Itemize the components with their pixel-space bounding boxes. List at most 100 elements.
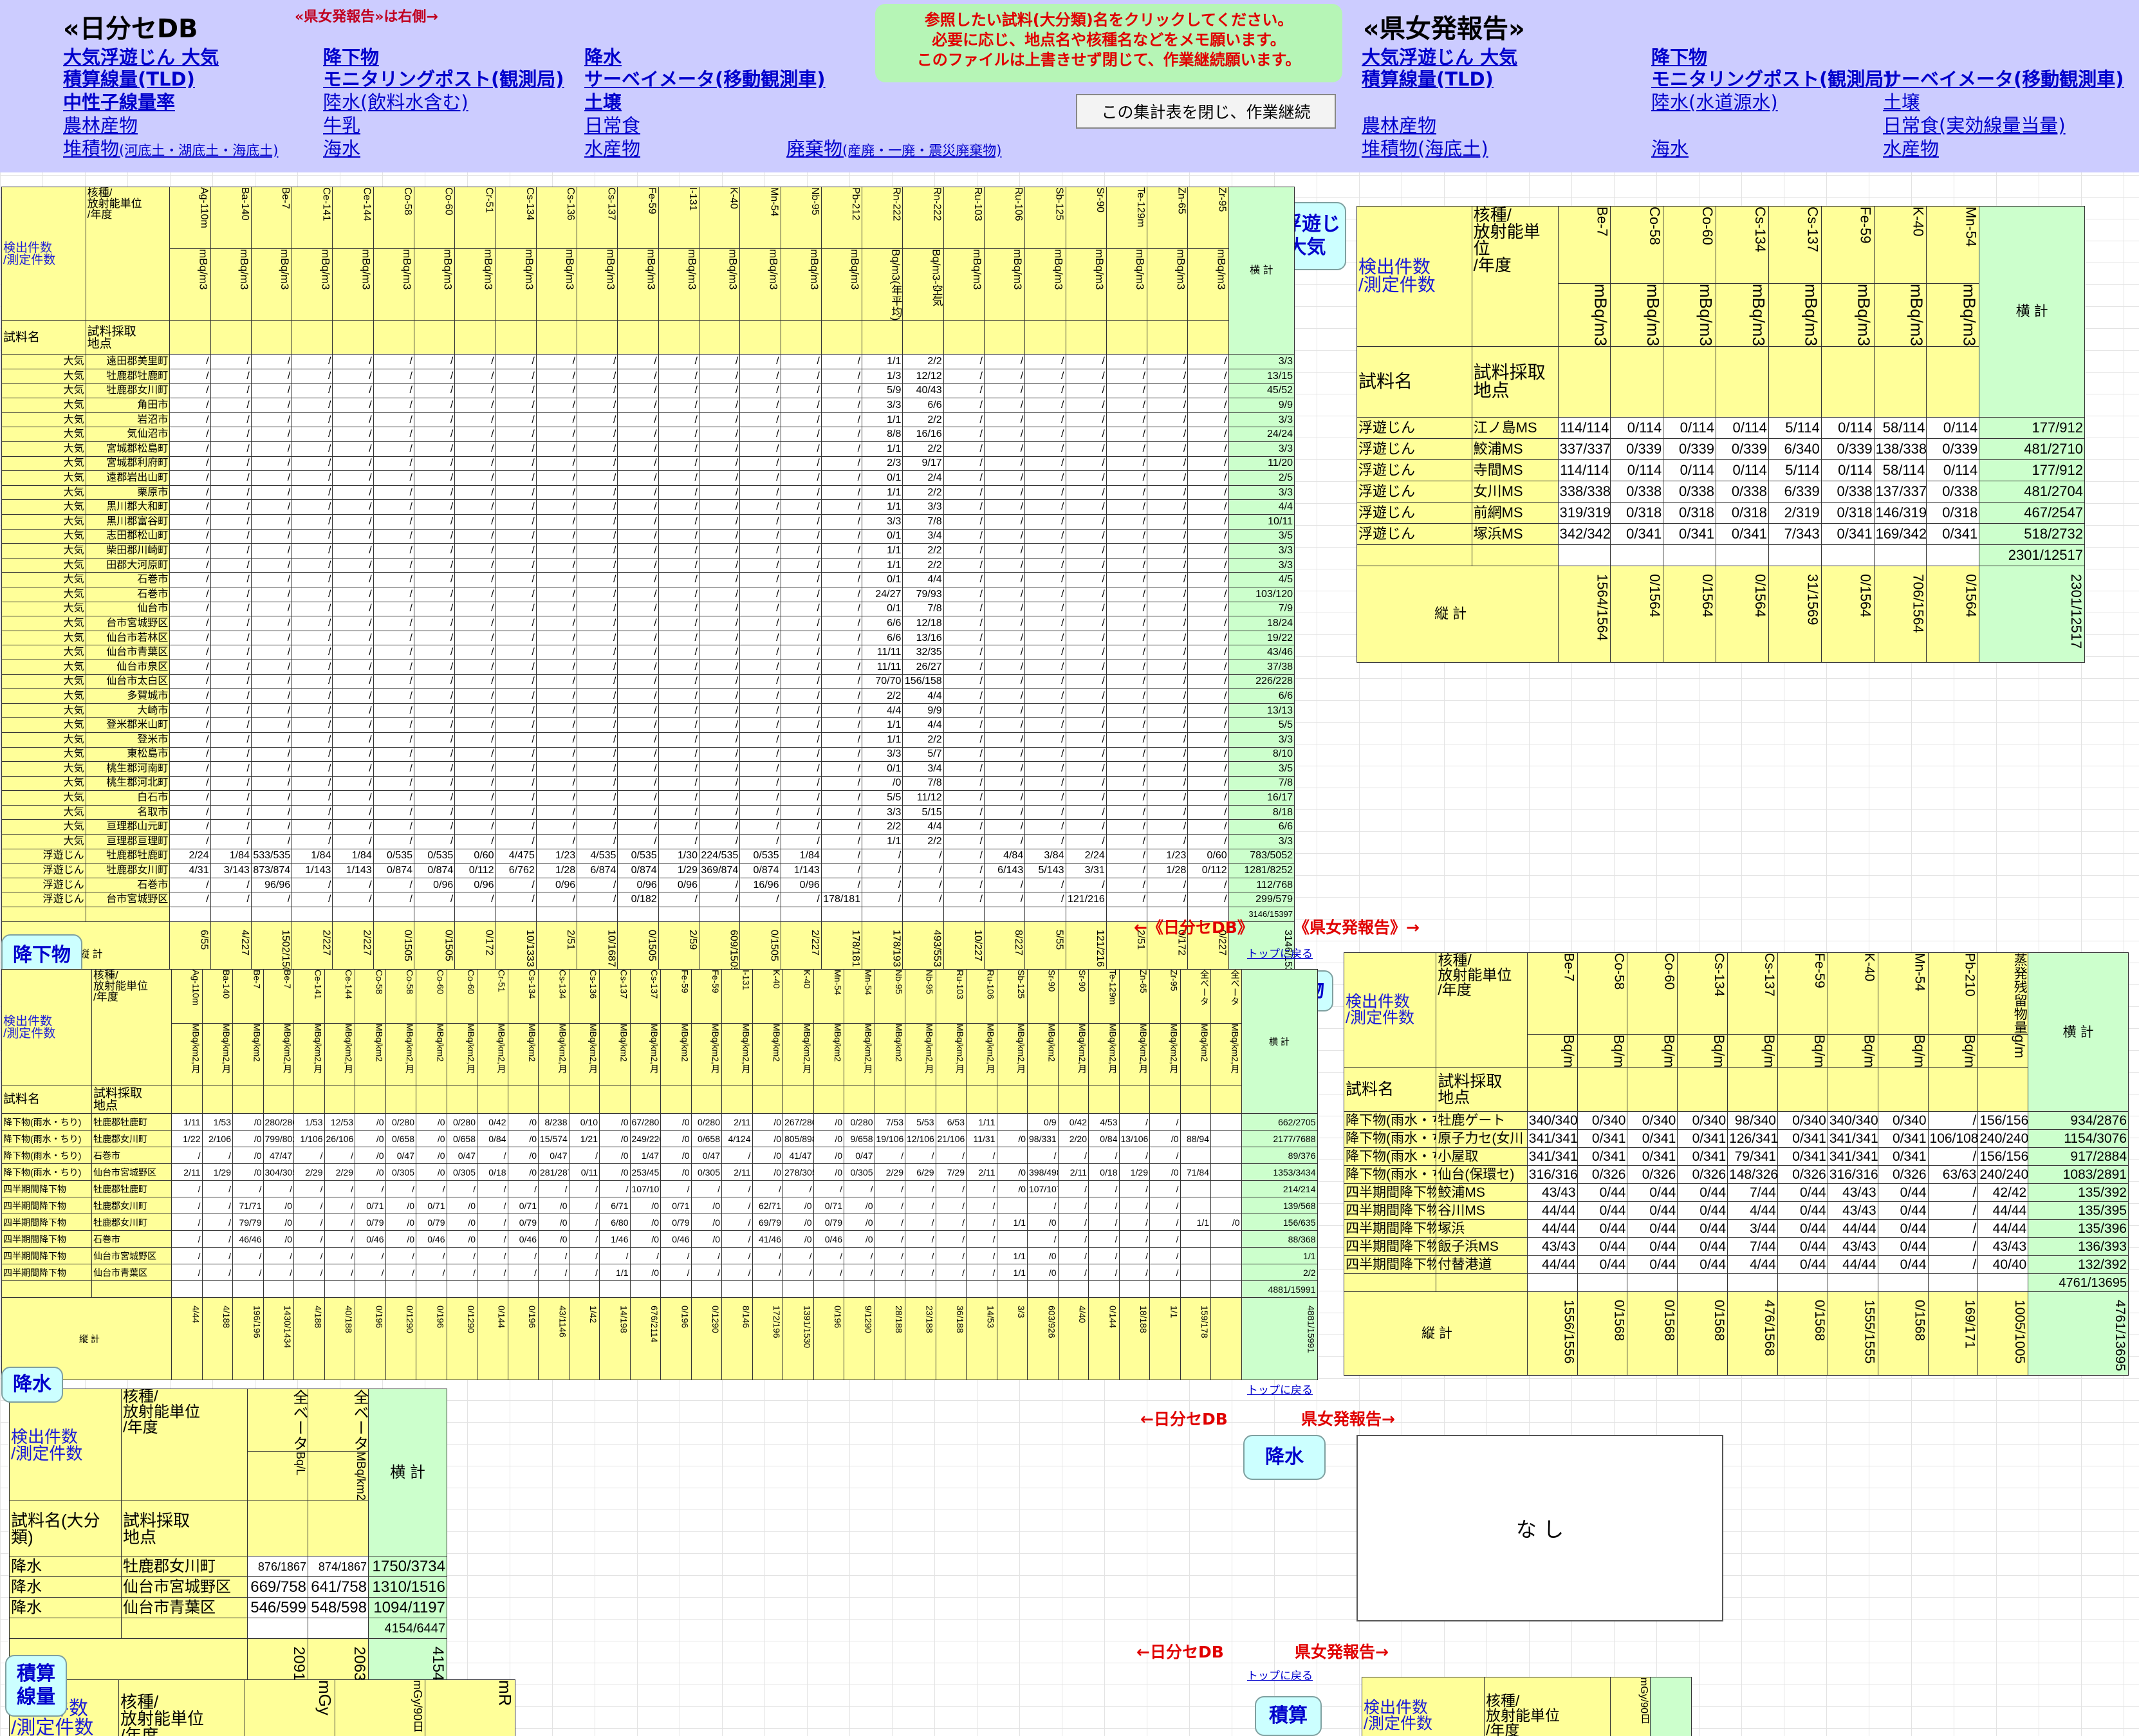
count-cell [996, 1113, 1028, 1131]
count-cell: / [983, 616, 1026, 631]
count-cell: / [1106, 892, 1148, 908]
count-cell: / [495, 674, 537, 690]
close-summary-button[interactable]: この集計表を閉じ、作業継続 [1076, 94, 1336, 129]
blank-header [752, 1085, 783, 1114]
section-label-rain[interactable]: 降水 [1, 1367, 63, 1403]
count-cell: / [250, 790, 293, 806]
count-cell: / [292, 674, 333, 690]
count-cell: / [780, 659, 822, 675]
count-cell [1180, 1230, 1211, 1248]
back-to-top-link[interactable]: トップに戻る [1247, 945, 1313, 961]
count-cell: / [413, 892, 456, 908]
count-cell: / [1088, 1147, 1120, 1164]
count-cell: / [1106, 557, 1148, 573]
count-cell: / [577, 834, 618, 849]
data-row: 浮遊じん 寺間MS 114/114 0/114 0/114 0/114 5/114 0/114… [1357, 459, 2085, 481]
data-row: 大気 牡鹿郡牡鹿町 / / / / / / / / / / / / / / / //1/3 12/12// / / / / /… [1, 369, 1295, 384]
count-cell: /0 [782, 1214, 814, 1231]
row-total-cell: 226/228 [1228, 674, 1295, 690]
count-cell: / [413, 557, 456, 573]
count-cell: / [698, 369, 741, 384]
count-cell: / [210, 688, 252, 704]
sample-site: 東松島市 [85, 746, 171, 762]
blank-header [1065, 320, 1107, 355]
count-cell: / [332, 674, 374, 690]
count-cell: / [373, 586, 415, 602]
count-cell: / [332, 427, 374, 443]
count-cell: / [862, 848, 903, 864]
count-cell: / [292, 441, 333, 457]
count-cell: / [332, 819, 374, 835]
count-cell: / [373, 441, 415, 457]
report-link[interactable]: 積算線量(TLD) [1362, 64, 1494, 91]
back-to-top-link[interactable]: トップに戻る [1247, 1667, 1313, 1683]
count-cell: / [210, 543, 252, 559]
sample-name: 大気 [1, 645, 86, 660]
blank-header [690, 1085, 722, 1114]
row-total-header: 横 計 [2028, 952, 2129, 1113]
count-cell: / [966, 1230, 997, 1248]
instruction-note: 参照したい試料(大分類)名をクリックしてください。 必要に応じ、地点名や核種名な… [875, 4, 1342, 82]
count-cell: / [1024, 688, 1066, 704]
blank-header [1147, 320, 1189, 355]
section-label-tld[interactable]: 積算 線量 [5, 1655, 67, 1717]
count-cell: / [599, 1247, 631, 1264]
blank [1357, 544, 1472, 566]
db-link[interactable]: 廃棄物(産廃・一廃・震災廃棄物) [786, 134, 1001, 161]
row-total-cell: 3/3 [1228, 834, 1295, 849]
count-cell: / [171, 1180, 203, 1197]
count-cell: 0/338 [1610, 480, 1664, 503]
db-link[interactable]: 堆積物(河底土・湖底土・海底土) [63, 134, 278, 161]
count-cell: / [1065, 412, 1107, 428]
back-to-top-link[interactable]: トップに戻る [1247, 1381, 1313, 1397]
count-cell: / [495, 470, 537, 486]
count-cell: / [1149, 1230, 1181, 1248]
nuclide-header: Te-129m [1088, 969, 1120, 1024]
blank-header [355, 1085, 386, 1114]
count-cell: / [658, 892, 699, 908]
unit-header: mBq/m3 [250, 248, 293, 322]
count-cell: / [658, 398, 699, 413]
count-cell: / [210, 630, 252, 646]
sample-site: 石巻市 [91, 1147, 172, 1164]
count-cell: 44/44 [1526, 1219, 1578, 1239]
count-cell: / [780, 790, 822, 806]
data-row: 浮遊じん 台市宮城野区 / / / / / / / / / //0/182// //178/181// /… [1, 892, 1295, 908]
data-row: 大気 黒川郡富谷町 / / / / / / / / / / / / / / / //3/3 7/8// / / / //10… [1, 514, 1295, 530]
db-link[interactable]: 海水 [323, 134, 360, 161]
count-cell: 669/758 [247, 1576, 308, 1598]
count-cell: / [1147, 746, 1189, 762]
count-cell: / [495, 601, 537, 617]
section-label-tld-report[interactable]: 積算 [1255, 1696, 1322, 1736]
unit-header: MBq/km2 [874, 1023, 905, 1085]
db-link[interactable]: 水産物 [584, 134, 640, 161]
count-cell: / [250, 630, 293, 646]
count-cell: / [739, 383, 781, 399]
count-cell: / [1187, 470, 1229, 486]
report-link[interactable]: 水産物 [1883, 134, 1939, 161]
row-total-header [1650, 1677, 1692, 1736]
report-link[interactable]: 堆積物(海底土) [1362, 134, 1488, 161]
section-label-rain-report[interactable]: 降水 [1243, 1435, 1326, 1480]
count-cell: / [1187, 761, 1229, 777]
data-row: 四半期間降下物 飯子浜MS 43/43 0/44 0/44 0/44 7/44 0/44 43/… [1343, 1237, 2129, 1257]
count-cell: / [1106, 427, 1148, 443]
count-cell: / [780, 688, 822, 704]
count-cell: / [454, 688, 496, 704]
row-total-cell: 139/568 [1241, 1197, 1318, 1214]
report-link[interactable]: 海水 [1651, 134, 1689, 161]
blank-header [477, 1085, 508, 1114]
count-cell: / [201, 1247, 233, 1264]
count-cell: / [721, 1247, 753, 1264]
count-cell: / [332, 354, 374, 370]
count-cell: / [617, 601, 659, 617]
count-cell: / [1065, 514, 1107, 530]
report-link[interactable]: 陸水(水道源水) [1651, 88, 1778, 115]
count-cell: / [874, 1247, 905, 1264]
count-cell: / [292, 630, 333, 646]
count-cell: / [250, 775, 293, 791]
unit-header: MBq/km2,月 [935, 1023, 967, 1085]
count-cell: / [983, 456, 1026, 472]
count-cell: / [658, 688, 699, 704]
count-cell: / [983, 485, 1026, 501]
